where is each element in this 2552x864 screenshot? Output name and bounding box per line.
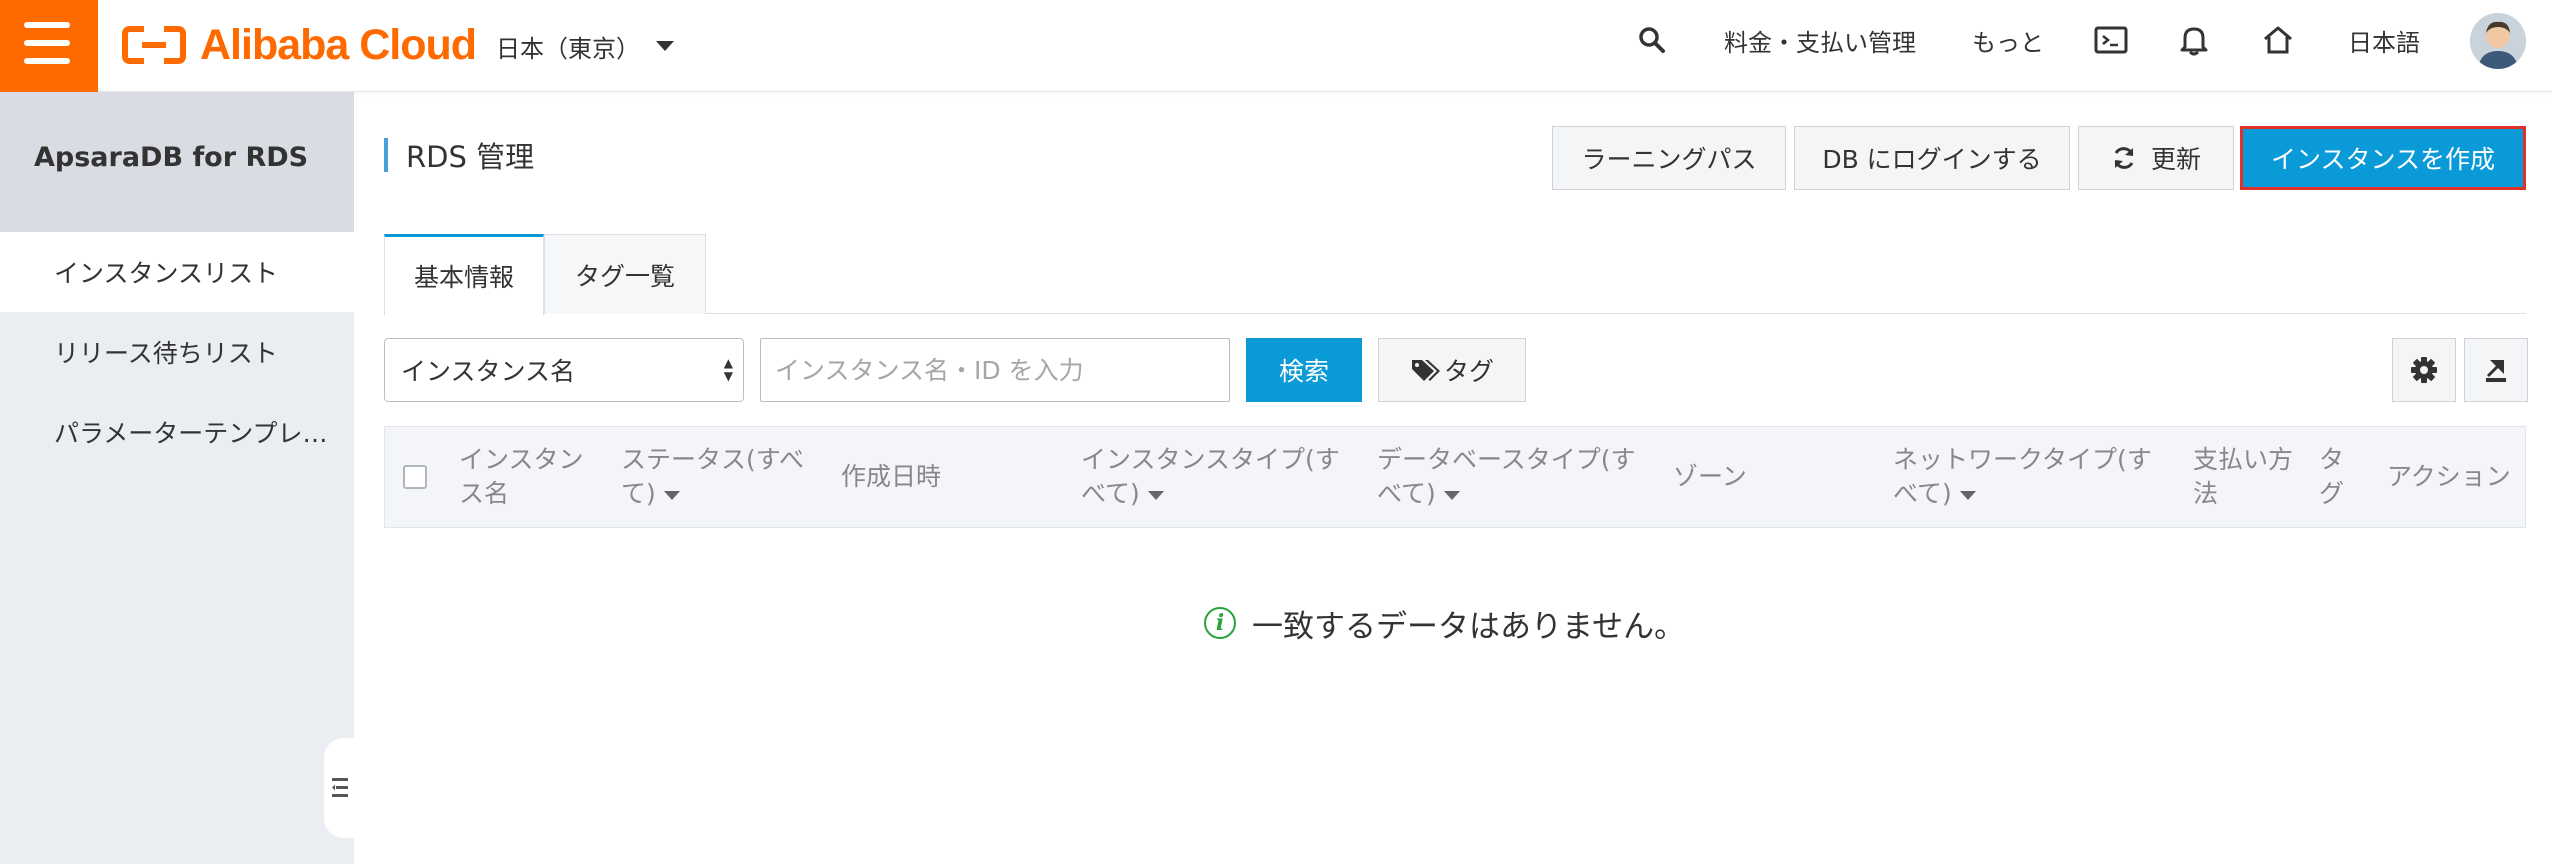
sort-arrows-icon: ▲ ▼ bbox=[723, 356, 733, 383]
column-header-actions: アクション bbox=[2387, 460, 2511, 494]
gear-icon bbox=[2411, 357, 2437, 383]
alibaba-logo-icon bbox=[122, 26, 186, 64]
caret-down-icon bbox=[1147, 490, 1164, 500]
select-value: インスタンス名 bbox=[401, 357, 576, 386]
column-label: ス名 bbox=[459, 479, 510, 508]
language-selector[interactable]: 日本語 bbox=[2348, 0, 2420, 80]
column-header-created: 作成日時 bbox=[841, 460, 941, 494]
column-label: べて) bbox=[1893, 479, 1952, 508]
collapse-icon bbox=[332, 778, 348, 797]
tags-icon bbox=[1411, 360, 1440, 381]
select-all-checkbox[interactable] bbox=[403, 465, 427, 489]
region-label: 日本（東京） bbox=[496, 34, 640, 63]
caret-down-icon bbox=[663, 490, 680, 500]
tab-tag-list[interactable]: タグ一覧 bbox=[544, 234, 706, 314]
column-header-tag: タ グ bbox=[2319, 443, 2344, 511]
column-label: インスタン bbox=[459, 445, 584, 474]
button-label: 更新 bbox=[2150, 145, 2201, 174]
column-label: グ bbox=[2319, 479, 2345, 508]
terminal-icon[interactable] bbox=[2094, 0, 2128, 80]
column-label: 作成日時 bbox=[841, 462, 942, 491]
avatar[interactable] bbox=[2470, 13, 2526, 69]
alibaba-cloud-logo[interactable]: Alibaba Cloud bbox=[122, 20, 477, 70]
button-label: タグ bbox=[1443, 357, 1494, 386]
sidebar: ApsaraDB for RDS インスタンスリスト リリース待ちリスト パラメ… bbox=[0, 92, 354, 864]
chevron-down-icon bbox=[656, 41, 674, 51]
column-label: アクション bbox=[2387, 462, 2511, 491]
column-label: タ bbox=[2319, 445, 2345, 474]
button-label: インスタンスを作成 bbox=[2270, 145, 2495, 174]
column-header-network-type[interactable]: ネットワークタイプ(す べて) bbox=[1893, 443, 2152, 511]
search-button[interactable]: 検索 bbox=[1246, 338, 1362, 402]
column-label: データベースタイプ(す bbox=[1377, 445, 1636, 474]
column-settings-button[interactable] bbox=[2392, 338, 2456, 402]
column-header-status[interactable]: ステータス(すべ て) bbox=[621, 443, 804, 511]
column-label: インスタンスタイプ(す bbox=[1081, 445, 1340, 474]
search-input[interactable] bbox=[760, 338, 1230, 402]
column-header-instance-name[interactable]: インスタン ス名 bbox=[459, 443, 584, 511]
empty-message: 一致するデータはありません。 bbox=[1252, 608, 1686, 645]
sidebar-item-label: リリース待ちリスト bbox=[54, 339, 278, 368]
sidebar-header: ApsaraDB for RDS bbox=[0, 92, 354, 232]
instance-table-header: インスタン ス名 ステータス(すべ て) 作成日時 インスタンスタイプ(す べて… bbox=[384, 426, 2526, 528]
more-menu[interactable]: もっと bbox=[1972, 0, 2044, 80]
refresh-icon bbox=[2114, 147, 2134, 169]
sidebar-item-parameter-templates[interactable]: パラメーターテンプレ… bbox=[0, 392, 354, 472]
tab-label: タグ一覧 bbox=[574, 261, 675, 291]
tab-label: 基本情報 bbox=[413, 263, 514, 292]
bell-icon[interactable] bbox=[2180, 0, 2208, 80]
column-label: べて) bbox=[1081, 479, 1140, 508]
column-label: ネットワークタイプ(す bbox=[1893, 445, 2152, 474]
button-label: 検索 bbox=[1278, 357, 1329, 386]
learning-path-button[interactable]: ラーニングパス bbox=[1552, 126, 1786, 190]
sidebar-item-label: インスタンスリスト bbox=[54, 259, 279, 288]
column-header-billing-method: 支払い方 法 bbox=[2193, 443, 2293, 511]
caret-down-icon bbox=[1959, 490, 1976, 500]
column-header-database-type[interactable]: データベースタイプ(す べて) bbox=[1377, 443, 1636, 511]
sidebar-item-label: パラメーターテンプレ… bbox=[54, 419, 328, 448]
tab-bar: 基本情報 タグ一覧 bbox=[384, 234, 2526, 315]
top-navigation-bar: Alibaba Cloud 日本（東京） 料金・支払い管理 もっと 日本語 bbox=[0, 0, 2552, 92]
column-label: て) bbox=[621, 479, 656, 508]
column-label: 支払い方 bbox=[2193, 445, 2294, 474]
search-icon[interactable] bbox=[1638, 0, 1666, 80]
column-label: べて) bbox=[1377, 479, 1436, 508]
refresh-button[interactable]: 更新 bbox=[2078, 126, 2234, 190]
product-title: ApsaraDB for RDS bbox=[34, 142, 309, 173]
column-header-zone: ゾーン bbox=[1673, 460, 1747, 494]
button-label: DB にログインする bbox=[1822, 145, 2042, 174]
button-label: ラーニングパス bbox=[1581, 145, 1757, 174]
caret-down-icon bbox=[1443, 490, 1460, 500]
region-selector[interactable]: 日本（東京） bbox=[496, 26, 674, 66]
column-label: ステータス(すべ bbox=[621, 445, 805, 474]
login-db-button[interactable]: DB にログインする bbox=[1794, 126, 2070, 190]
logo-text: Alibaba Cloud bbox=[200, 20, 477, 69]
column-label: ゾーン bbox=[1673, 462, 1747, 491]
info-icon: i bbox=[1204, 607, 1236, 639]
empty-state: i 一致するデータはありません。 bbox=[1204, 600, 1685, 646]
menu-icon[interactable] bbox=[0, 0, 98, 92]
page-title: RDS 管理 bbox=[384, 138, 534, 174]
export-button[interactable] bbox=[2464, 338, 2528, 402]
create-instance-button[interactable]: インスタンスを作成 bbox=[2240, 126, 2526, 190]
column-label: 法 bbox=[2193, 479, 2219, 508]
tag-filter-button[interactable]: タグ bbox=[1378, 338, 1526, 402]
sidebar-item-instance-list[interactable]: インスタンスリスト bbox=[0, 232, 354, 312]
column-header-instance-type[interactable]: インスタンスタイプ(す べて) bbox=[1081, 443, 1340, 511]
tab-basic-info[interactable]: 基本情報 bbox=[384, 234, 544, 315]
billing-link[interactable]: 料金・支払い管理 bbox=[1724, 0, 1916, 80]
home-icon[interactable] bbox=[2262, 0, 2294, 80]
export-icon bbox=[2486, 360, 2506, 382]
sidebar-item-release-pending[interactable]: リリース待ちリスト bbox=[0, 312, 354, 392]
sidebar-collapse-toggle[interactable] bbox=[324, 738, 354, 838]
search-field-select[interactable]: インスタンス名 ▲ ▼ bbox=[384, 338, 744, 402]
